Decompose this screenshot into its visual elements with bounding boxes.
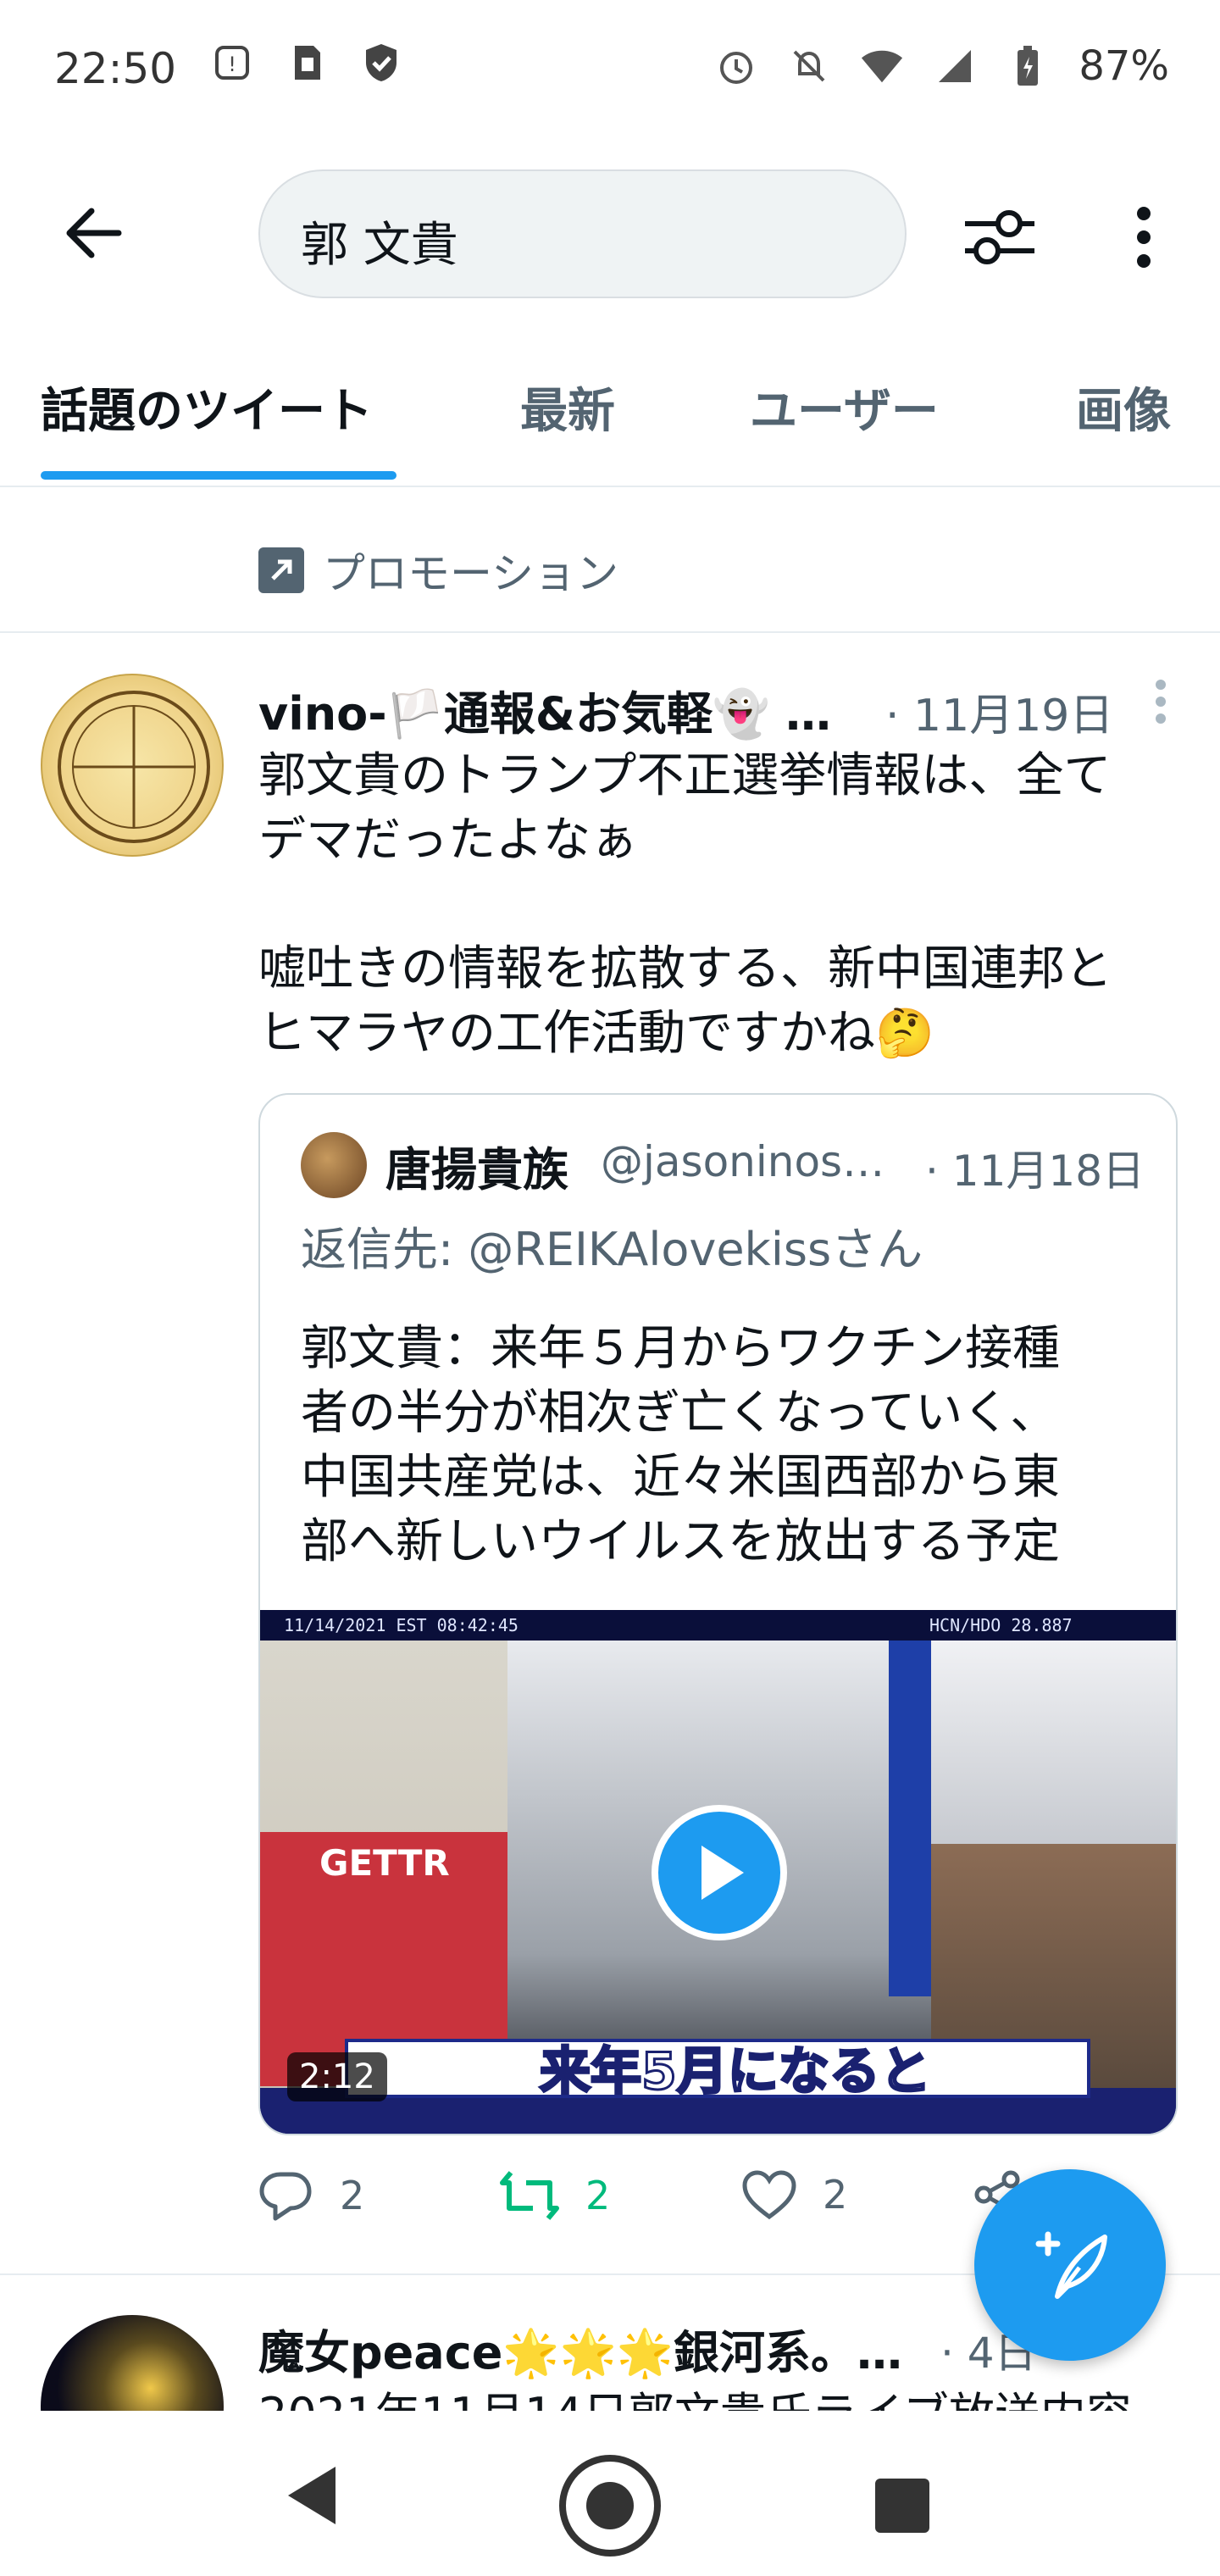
status-time: 22:50 bbox=[54, 44, 177, 93]
reply-icon bbox=[259, 2172, 312, 2221]
tab-latest[interactable]: 最新 bbox=[520, 373, 615, 441]
tweet-text-line bbox=[258, 873, 1190, 937]
active-tab-indicator bbox=[41, 471, 396, 480]
back-button[interactable] bbox=[51, 195, 136, 271]
search-query: 郭 文貴 bbox=[301, 218, 458, 273]
arrow-left-icon bbox=[66, 208, 122, 258]
gettr-label: GETTR bbox=[319, 1842, 450, 1884]
alert-icon: ! bbox=[210, 41, 254, 85]
tweet-text-line: ヒマラヤの工作活動ですかね🤔 bbox=[258, 1006, 934, 1061]
feather-plus-icon bbox=[1035, 2231, 1107, 2299]
tab-top[interactable]: 話題のツイート bbox=[41, 373, 373, 441]
promoted-arrow-icon bbox=[258, 547, 304, 593]
quoted-date: · 11月18日 bbox=[925, 1146, 1145, 1196]
retweet-count: 2 bbox=[585, 2173, 611, 2218]
triangle-back-icon bbox=[288, 2467, 336, 2524]
tweet-text-line: 郭文貴のトランプ不正選挙情報は、全て bbox=[258, 748, 1112, 803]
alarm-icon bbox=[714, 44, 758, 88]
retweet-icon bbox=[500, 2171, 559, 2220]
search-tabs: 話題のツイート 最新 ユーザー 画像 bbox=[0, 356, 1220, 487]
vertical-dots-icon bbox=[1156, 680, 1166, 724]
status-bar: 22:50 ! 87% bbox=[0, 0, 1220, 136]
nav-recents-button[interactable] bbox=[875, 2479, 929, 2533]
vertical-dots-icon bbox=[1137, 207, 1151, 268]
video-caption: 来年5月になると bbox=[539, 2041, 933, 2103]
svg-text:!: ! bbox=[228, 53, 236, 76]
compose-tweet-button[interactable] bbox=[974, 2169, 1166, 2361]
quoted-text-line: 中国共産党は、近々米国西部から東 bbox=[301, 1450, 1060, 1505]
sim-icon bbox=[285, 41, 329, 85]
quoted-tweet[interactable]: 唐揚貴族 @jasoninos… · 11月18日 返信先: @REIKAlov… bbox=[258, 1093, 1178, 2135]
video-player[interactable]: 11/14/2021 EST 08:42:45 HCN/HDO 28.887 G… bbox=[260, 1610, 1176, 2134]
promoted-text: プロモーション bbox=[323, 549, 618, 598]
quoted-reply-to: 返信先: @REIKAlovekissさん bbox=[301, 1212, 923, 1279]
avatar[interactable] bbox=[41, 2315, 224, 2411]
avatar[interactable] bbox=[41, 674, 224, 857]
reply-prefix: 返信先: bbox=[301, 1223, 469, 1276]
reply-mention: @REIKAlovekissさん bbox=[468, 1223, 923, 1276]
tweet-more-button[interactable] bbox=[1140, 676, 1182, 727]
play-icon bbox=[702, 1846, 744, 1900]
video-flag bbox=[889, 1641, 936, 1996]
tweet-text-line: 嘘吐きの情報を拡散する、新中国連邦と bbox=[258, 941, 1112, 997]
nav-home-button[interactable] bbox=[559, 2455, 661, 2557]
battery-icon bbox=[1006, 44, 1050, 88]
system-nav-bar bbox=[0, 2411, 1220, 2576]
quoted-text-line: 部へ新しいウイルスを放出する予定 bbox=[301, 1514, 1060, 1569]
video-panel-right-top bbox=[931, 1641, 1176, 1844]
search-input[interactable]: 郭 文貴 bbox=[258, 169, 907, 298]
nav-back-button[interactable] bbox=[280, 2462, 347, 2529]
video-top-text: 11/14/2021 EST 08:42:45 bbox=[284, 1615, 518, 1635]
tweet-author-name[interactable]: 魔女peace🌟🌟🌟銀河系。… bbox=[258, 2315, 902, 2382]
quoted-text: 郭文貴：来年５月からワクチン接種 者の半分が相次ぎ亡くなっていく、 中国共産党は… bbox=[301, 1317, 1148, 1574]
retweet-action[interactable]: 2 bbox=[499, 2169, 610, 2222]
quoted-text-line: 者の半分が相次ぎ亡くなっていく、 bbox=[301, 1385, 1058, 1441]
tweet-text-line: デマだったよなぁ bbox=[258, 813, 638, 868]
signal-icon bbox=[933, 44, 977, 88]
search-header: 郭 文貴 bbox=[0, 161, 1220, 305]
video-top-bar: 11/14/2021 EST 08:42:45 HCN/HDO 28.887 bbox=[260, 1610, 1176, 1641]
bell-off-icon bbox=[787, 44, 831, 88]
wifi-icon bbox=[860, 44, 904, 88]
like-count: 2 bbox=[823, 2172, 848, 2218]
video-duration: 2:12 bbox=[287, 2052, 387, 2101]
reply-count: 2 bbox=[340, 2173, 365, 2218]
home-circle-icon bbox=[586, 2482, 634, 2529]
reply-action[interactable]: 2 bbox=[258, 2169, 364, 2222]
filter-button[interactable] bbox=[957, 195, 1042, 280]
promoted-tweet-remnant: プロモーション bbox=[0, 489, 1220, 633]
tab-people[interactable]: ユーザー bbox=[750, 373, 939, 441]
promoted-label: プロモーション bbox=[258, 540, 618, 601]
tweet-author-name[interactable]: vino-🏳️通報&お気軽👻 … bbox=[258, 676, 831, 743]
more-options-button[interactable] bbox=[1110, 195, 1178, 280]
tweet-text: 2021年11月14日郭文貴氏ライブ放送内容 bbox=[258, 2377, 1132, 2411]
quoted-author-name: 唐揚貴族 bbox=[385, 1143, 568, 1196]
play-button[interactable] bbox=[652, 1805, 787, 1940]
heart-icon bbox=[742, 2170, 796, 2220]
tweet[interactable]: vino-🏳️通報&お気軽👻 … · 11月19日 郭文貴のトランプ不正選挙情報… bbox=[0, 636, 1220, 2275]
battery-percent: 87% bbox=[1079, 42, 1169, 90]
tab-photos[interactable]: 画像 bbox=[1076, 373, 1171, 441]
quoted-text-line: 郭文貴：来年５月からワクチン接種 bbox=[301, 1321, 1060, 1376]
shield-icon bbox=[359, 41, 403, 85]
quoted-author-handle: @jasoninos… bbox=[601, 1137, 885, 1186]
sliders-icon bbox=[965, 210, 1034, 264]
video-top-right-text: HCN/HDO 28.887 bbox=[929, 1615, 1073, 1635]
tweet-text: 郭文貴のトランプ不正選挙情報は、全て デマだったよなぁ 嘘吐きの情報を拡散する、… bbox=[258, 744, 1190, 1066]
quoted-avatar bbox=[301, 1132, 367, 1198]
tweet-date[interactable]: · 11月19日 bbox=[885, 680, 1113, 743]
like-action[interactable]: 2 bbox=[741, 2169, 847, 2220]
